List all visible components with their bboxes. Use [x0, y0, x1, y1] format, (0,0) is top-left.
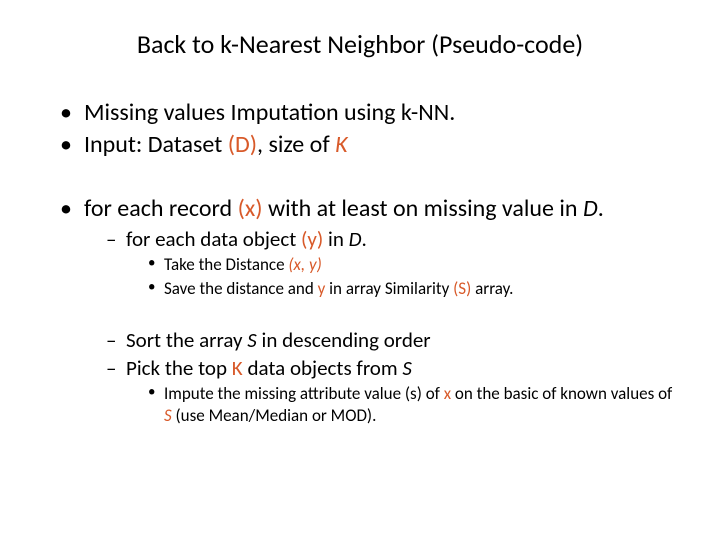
- text: .: [362, 226, 367, 252]
- subsub-list: Impute the missing attribute value (s) o…: [126, 383, 680, 426]
- var-d: D: [583, 194, 598, 223]
- text: Impute the missing attribute value (s) o…: [164, 383, 444, 404]
- text: Missing values Imputation using k-NN.: [84, 98, 455, 127]
- var-s: S: [164, 405, 172, 426]
- text: (use Mean/Median or MOD).: [172, 405, 377, 426]
- sub-item: Sort the array S in descending order: [106, 327, 680, 353]
- bullet-item: Input: Dataset (D), size of K: [60, 130, 680, 160]
- bullet-item: Missing values Imputation using k-NN.: [60, 98, 680, 128]
- var-x: (x): [238, 194, 263, 223]
- var-d: (D): [228, 130, 257, 159]
- subsub-item: Impute the missing attribute value (s) o…: [148, 383, 680, 426]
- text: Sort the array: [126, 327, 247, 353]
- subsub-item: Save the distance and y in array Similar…: [148, 278, 680, 299]
- var-k: K: [335, 130, 347, 159]
- text: Pick the top: [126, 355, 232, 381]
- text: .: [598, 194, 604, 223]
- bullet-list: Missing values Imputation using k-NN. In…: [40, 98, 680, 426]
- sub-item: for each data object (y) in D. Take the …: [106, 226, 680, 299]
- slide: Back to k-Nearest Neighbor (Pseudo-code)…: [0, 0, 720, 540]
- var-s: (S): [453, 278, 471, 299]
- text: with at least on missing value in: [263, 194, 583, 223]
- var-d: D: [349, 226, 362, 252]
- text: in descending order: [257, 327, 431, 353]
- text: in: [323, 226, 348, 252]
- text: in array Similarity: [325, 278, 453, 299]
- var-k: K: [232, 355, 243, 381]
- var-s: S: [402, 355, 412, 381]
- text: for each data object: [126, 226, 301, 252]
- text: , size of: [257, 130, 335, 159]
- text: data objects from: [243, 355, 403, 381]
- text: for each record: [84, 194, 238, 223]
- subsub-item: Take the Distance (x, y): [148, 254, 680, 275]
- var-s: S: [247, 327, 257, 353]
- var-y: (y): [301, 226, 323, 252]
- sub-list: for each data object (y) in D. Take the …: [84, 226, 680, 426]
- subsub-list: Take the Distance (x, y) Save the distan…: [126, 254, 680, 299]
- var-x: x: [444, 383, 451, 404]
- text: Save the distance and: [164, 278, 318, 299]
- text: array.: [471, 278, 513, 299]
- bullet-item: for each record (x) with at least on mis…: [60, 194, 680, 426]
- text: on the basic of known values of: [451, 383, 672, 404]
- slide-title: Back to k-Nearest Neighbor (Pseudo-code): [40, 28, 680, 60]
- text: Input: Dataset: [84, 130, 228, 159]
- var-xy: (x, y): [288, 254, 321, 275]
- text: Take the Distance: [164, 254, 288, 275]
- sub-item: Pick the top K data objects from S Imput…: [106, 355, 680, 426]
